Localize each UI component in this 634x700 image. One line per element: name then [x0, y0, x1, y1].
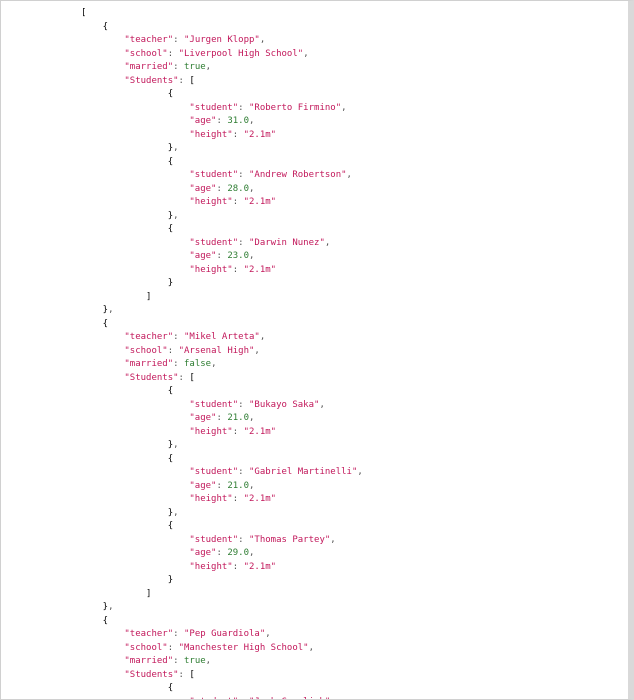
code-document: [ { "teacher": "Jurgen Klopp", "school":…	[0, 0, 634, 700]
json-code-block: [ { "teacher": "Jurgen Klopp", "school":…	[1, 7, 628, 700]
